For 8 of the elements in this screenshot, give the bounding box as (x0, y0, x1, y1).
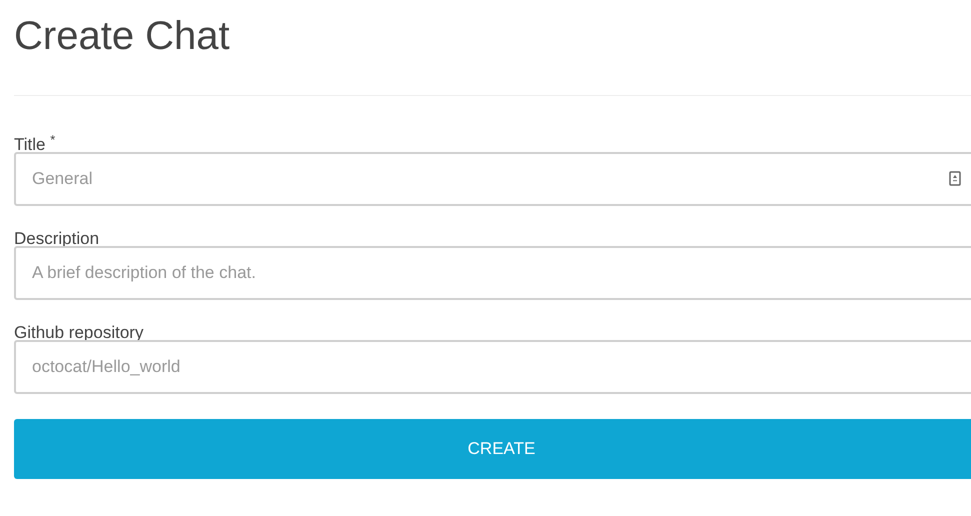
field-label: Title $^{*}$ (14, 135, 56, 154)
field-label: Description (14, 229, 100, 248)
field-label: Github repository (14, 323, 144, 342)
input-field[interactable]: A brief description of the chat. (14, 246, 971, 300)
input-field[interactable]: General (14, 152, 971, 206)
page-title: Create Chat (14, 13, 230, 60)
input-field[interactable]: octocat/Hello_world (14, 340, 971, 394)
create-button[interactable]: CREATE (14, 419, 971, 479)
